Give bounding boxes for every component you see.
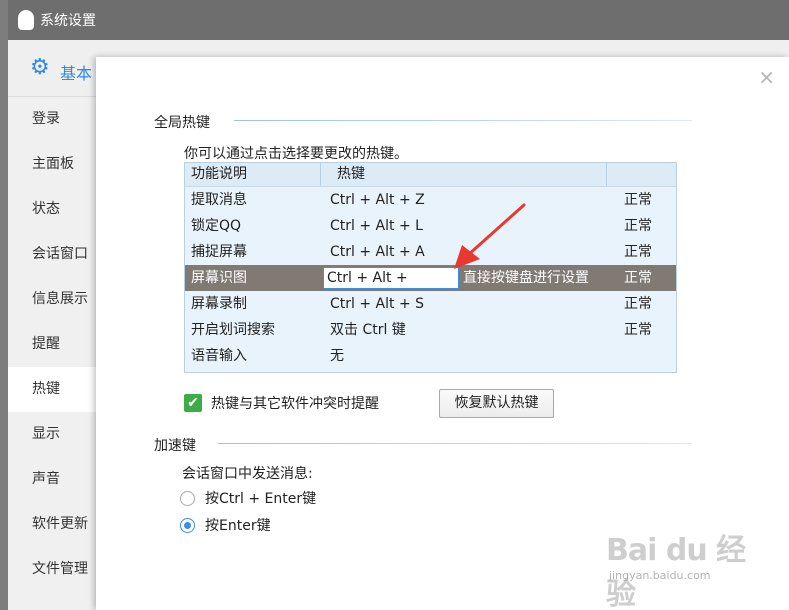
- function-cell: 捕捉屏幕: [191, 244, 247, 260]
- hotkey-cell: Ctrl + Alt + S: [330, 296, 425, 312]
- status-cell: 正常: [624, 192, 652, 208]
- qq-penguin-icon: [18, 10, 34, 30]
- function-cell: 屏幕录制: [191, 296, 247, 312]
- column-header-function: 功能说明: [185, 163, 321, 186]
- sidebar-item-software-update[interactable]: 软件更新: [8, 502, 96, 547]
- radio-unchecked-icon[interactable]: [180, 490, 195, 506]
- table-row[interactable]: 屏幕录制 Ctrl + Alt + S 正常: [185, 291, 676, 317]
- title-bar: 系统设置: [8, 0, 789, 40]
- sidebar-item-display[interactable]: 显示: [8, 412, 96, 457]
- send-message-label: 会话窗口中发送消息:: [182, 466, 313, 482]
- table-header: 功能说明 热键: [185, 163, 676, 187]
- hotkey-cell: 双击 Ctrl 键: [330, 322, 406, 338]
- column-header-hotkey: 热键: [321, 163, 607, 186]
- table-row[interactable]: 提取消息 Ctrl + Alt + Z 正常: [185, 187, 676, 213]
- radio-enter[interactable]: 按Enter键: [180, 515, 271, 535]
- sidebar-item-label: 信息展示: [32, 291, 88, 307]
- table-row[interactable]: 捕捉屏幕 Ctrl + Alt + A 正常: [185, 239, 676, 265]
- restore-default-hotkeys-button[interactable]: 恢复默认热键: [439, 389, 554, 418]
- status-cell: 正常: [624, 244, 652, 260]
- gear-icon: ⚙: [30, 55, 50, 80]
- sidebar-item-label: 显示: [32, 426, 60, 442]
- global-hotkeys-title: 全局热键: [154, 115, 210, 131]
- sidebar-item-label: 主面板: [32, 156, 74, 172]
- table-row[interactable]: 锁定QQ Ctrl + Alt + L 正常: [185, 213, 676, 239]
- hotkey-hint: 你可以通过点击选择要更改的热键。: [184, 146, 408, 162]
- sidebar-item-label: 状态: [32, 201, 60, 217]
- status-cell: 正常: [624, 296, 652, 312]
- sidebar-item-status[interactable]: 状态: [8, 187, 96, 232]
- hotkey-cell: Ctrl + Alt + Z: [330, 192, 425, 208]
- sidebar-item-label: 热键: [32, 381, 60, 397]
- table-row[interactable]: 开启划词搜索 双击 Ctrl 键 正常: [185, 317, 676, 343]
- hotkey-cell: 无: [330, 348, 344, 364]
- table-row-selected[interactable]: 屏幕识图 Ctrl + Alt + 直接按键盘进行设置 正常: [185, 265, 676, 291]
- function-cell: 语音输入: [191, 348, 247, 364]
- sidebar-item-label: 声音: [32, 471, 60, 487]
- radio-label: 按Ctrl + Enter键: [205, 491, 317, 507]
- watermark-logo: Bai du 经验: [606, 533, 746, 610]
- sidebar-item-login[interactable]: 登录: [8, 97, 96, 142]
- hotkey-cell: Ctrl + Alt + L: [330, 218, 423, 234]
- accelerator-title: 加速键: [154, 438, 196, 454]
- watermark-url: jingyan.baidu.com: [609, 569, 711, 582]
- close-icon[interactable]: ×: [758, 67, 775, 87]
- section-divider: [234, 120, 692, 121]
- sidebar: 登录 主面板 状态 会话窗口 信息展示 提醒 热键 显示 声音 软件更新 文件管…: [8, 97, 96, 610]
- sidebar-item-sound[interactable]: 声音: [8, 457, 96, 502]
- function-cell: 开启划词搜索: [191, 322, 275, 338]
- sidebar-item-label: 文件管理: [32, 561, 88, 577]
- status-cell: 正常: [624, 270, 652, 286]
- checkbox-checked-icon[interactable]: ✔: [184, 394, 202, 412]
- sidebar-item-label: 提醒: [32, 336, 60, 352]
- table-row[interactable]: 语音输入 无: [185, 343, 676, 369]
- sidebar-item-info-display[interactable]: 信息展示: [8, 277, 96, 322]
- status-cell: 正常: [624, 322, 652, 338]
- watermark: Bai du 经验 jingyan.baidu.com: [606, 525, 766, 610]
- window-title: 系统设置: [40, 13, 96, 29]
- radio-ctrl-enter[interactable]: 按Ctrl + Enter键: [180, 488, 316, 508]
- radio-label: 按Enter键: [205, 518, 271, 534]
- function-cell: 提取消息: [191, 192, 247, 208]
- section-divider: [218, 443, 692, 444]
- sidebar-item-reminders[interactable]: 提醒: [8, 322, 96, 367]
- hotkey-cell: Ctrl + Alt + A: [330, 244, 425, 260]
- sidebar-item-label: 会话窗口: [32, 246, 88, 262]
- radio-checked-icon[interactable]: [180, 517, 195, 533]
- sidebar-item-chat-window[interactable]: 会话窗口: [8, 232, 96, 277]
- checkbox-label: 热键与其它软件冲突时提醒: [211, 396, 379, 412]
- sidebar-item-file-management[interactable]: 文件管理: [8, 547, 96, 592]
- header-label: 基本: [60, 64, 93, 83]
- function-cell: 屏幕识图: [191, 270, 247, 286]
- hotkey-table: 功能说明 热键 提取消息 Ctrl + Alt + Z 正常 锁定QQ Ctrl…: [184, 162, 677, 373]
- function-cell: 锁定QQ: [191, 218, 242, 234]
- sidebar-item-label: 软件更新: [32, 516, 88, 532]
- conflict-checkbox-row[interactable]: ✔ 热键与其它软件冲突时提醒: [184, 393, 379, 413]
- sidebar-item-hotkeys[interactable]: 热键: [8, 367, 96, 412]
- sidebar-item-label: 登录: [32, 111, 60, 127]
- sidebar-item-main-panel[interactable]: 主面板: [8, 142, 96, 187]
- status-cell: 正常: [624, 218, 652, 234]
- column-header-status: [607, 163, 676, 186]
- hotkey-input[interactable]: Ctrl + Alt +: [323, 267, 459, 289]
- annotation-arrow: [454, 203, 526, 269]
